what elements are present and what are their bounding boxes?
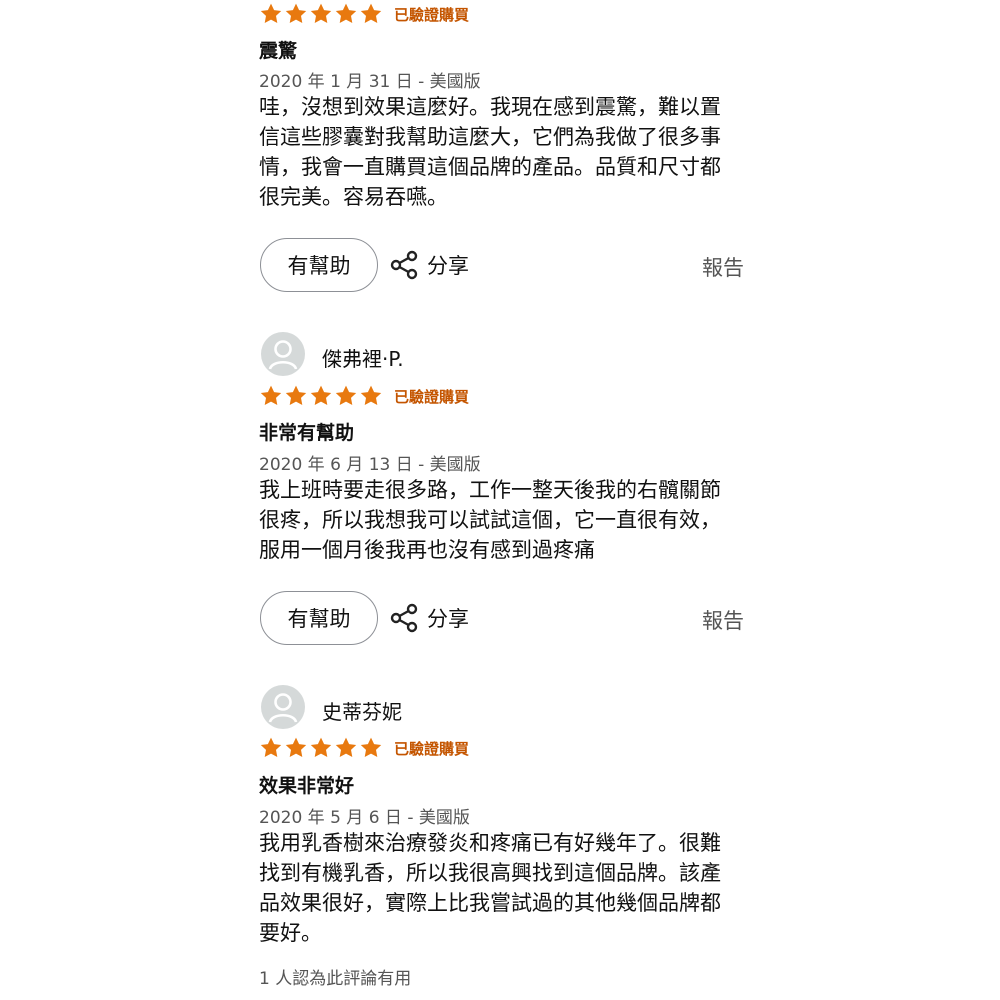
share-button[interactable]: 分享 bbox=[389, 250, 469, 280]
reviewer-name: 史蒂芬妮 bbox=[322, 700, 402, 724]
review-body: 哇，沒想到效果這麼好。我現在感到震驚，難以置 信這些膠囊對我幫助這麼大，它們為我… bbox=[259, 92, 759, 212]
helpful-button[interactable]: 有幫助 bbox=[260, 591, 378, 645]
reviews-page: 已驗證購買 震驚 2020 年 1 月 31 日 - 美國版 哇，沒想到效果這麼… bbox=[0, 0, 1000, 1000]
share-label: 分享 bbox=[427, 254, 469, 278]
star-icon bbox=[260, 737, 282, 757]
review-body-line: 品效果很好，實際上比我嘗試過的其他幾個品牌都 bbox=[259, 891, 721, 915]
review-title: 效果非常好 bbox=[259, 775, 355, 797]
review-body-line: 很完美。容易吞嚥。 bbox=[259, 185, 448, 209]
share-button[interactable]: 分享 bbox=[389, 603, 469, 633]
review-body-line: 很疼，所以我想我可以試試這個，它一直很有效， bbox=[259, 508, 721, 532]
review-body-line: 服用一個月後我再也沒有感到過疼痛 bbox=[259, 538, 595, 562]
star-icon bbox=[310, 385, 332, 405]
star-icon bbox=[360, 737, 382, 757]
star-icon bbox=[285, 385, 307, 405]
review-body-line: 哇，沒想到效果這麼好。我現在感到震驚，難以置 bbox=[259, 95, 721, 119]
review-body-line: 信這些膠囊對我幫助這麼大，它們為我做了很多事 bbox=[259, 125, 721, 149]
star-icon bbox=[335, 385, 357, 405]
review-body-line: 找到有機乳香，所以我很高興找到這個品牌。該產 bbox=[259, 861, 721, 885]
report-link[interactable]: 報告 bbox=[702, 605, 744, 635]
review-body-line: 要好。 bbox=[259, 921, 322, 945]
helpful-button[interactable]: 有幫助 bbox=[260, 238, 378, 292]
person-icon bbox=[268, 693, 298, 723]
rating-stars: 已驗證購買 bbox=[259, 2, 469, 26]
review-date: 2020 年 1 月 31 日 - 美國版 bbox=[259, 72, 481, 92]
star-icon bbox=[260, 3, 282, 23]
review-title: 震驚 bbox=[259, 40, 298, 62]
review-body: 我用乳香樹來治療發炎和疼痛已有好幾年了。很難 找到有機乳香，所以我很高興找到這個… bbox=[259, 828, 759, 948]
reviewer-name: 傑弗裡·P. bbox=[322, 347, 404, 371]
share-label: 分享 bbox=[427, 607, 469, 631]
star-icon bbox=[310, 3, 332, 23]
verified-purchase-badge: 已驗證購買 bbox=[394, 5, 470, 24]
rating-stars: 已驗證購買 bbox=[259, 384, 469, 408]
report-link[interactable]: 報告 bbox=[702, 252, 744, 282]
review-body-line: 我上班時要走很多路，工作一整天後我的右髖關節 bbox=[259, 478, 721, 502]
review-title: 非常有幫助 bbox=[259, 422, 355, 444]
avatar bbox=[261, 332, 305, 376]
review-body-line: 情，我會一直購買這個品牌的產品。品質和尺寸都 bbox=[259, 155, 721, 179]
star-icon bbox=[310, 737, 332, 757]
star-icon bbox=[285, 737, 307, 757]
helpful-count: 1 人認為此評論有用 bbox=[259, 969, 412, 989]
star-icon bbox=[285, 3, 307, 23]
share-icon bbox=[390, 603, 418, 633]
review-body-line: 我用乳香樹來治療發炎和疼痛已有好幾年了。很難 bbox=[259, 831, 721, 855]
star-icon bbox=[335, 737, 357, 757]
review-date: 2020 年 5 月 6 日 - 美國版 bbox=[259, 808, 470, 828]
review-body: 我上班時要走很多路，工作一整天後我的右髖關節 很疼，所以我想我可以試試這個，它一… bbox=[259, 475, 759, 565]
share-icon bbox=[390, 250, 418, 280]
review-date: 2020 年 6 月 13 日 - 美國版 bbox=[259, 455, 481, 475]
rating-stars: 已驗證購買 bbox=[259, 736, 469, 760]
star-icon bbox=[360, 385, 382, 405]
verified-purchase-badge: 已驗證購買 bbox=[394, 739, 470, 758]
verified-purchase-badge: 已驗證購買 bbox=[394, 387, 470, 406]
avatar bbox=[261, 685, 305, 729]
star-icon bbox=[360, 3, 382, 23]
star-icon bbox=[335, 3, 357, 23]
star-icon bbox=[260, 385, 282, 405]
person-icon bbox=[268, 340, 298, 370]
